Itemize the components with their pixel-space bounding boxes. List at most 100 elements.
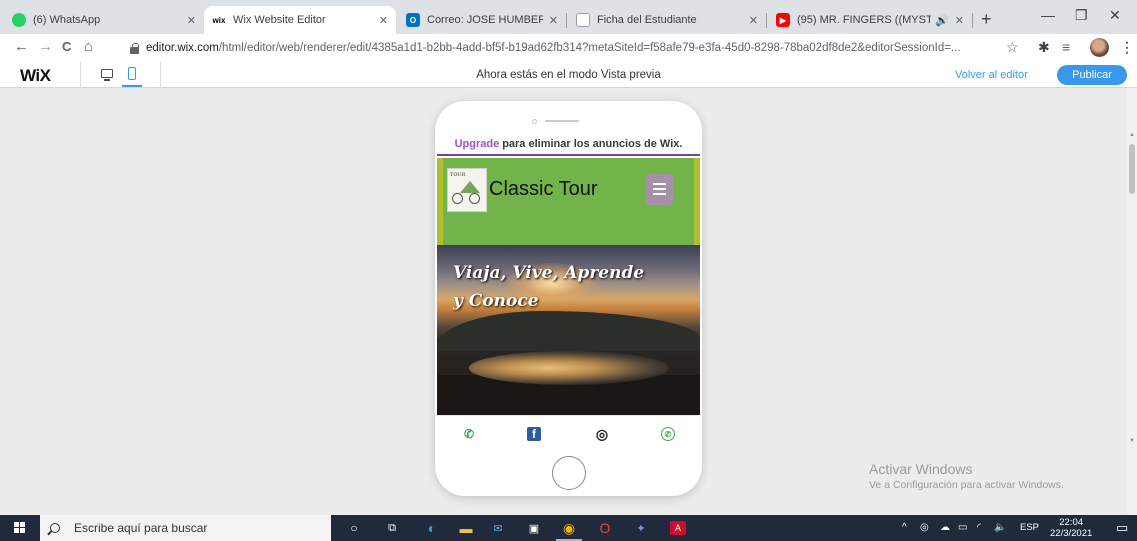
profile-avatar[interactable] [1090,38,1109,57]
hamburger-menu-button[interactable] [646,174,673,205]
url-host: editor.wix.com [146,42,219,54]
youtube-favicon-icon: ▶ [776,13,790,27]
mobile-phone-frame: Upgrade para eliminar los anuncios de Wi… [435,101,702,496]
notification-center-icon[interactable]: ▭ [1116,520,1128,536]
forward-button[interactable]: → [38,39,53,55]
wix-logo[interactable]: WiX [20,66,51,86]
bookmark-star-icon[interactable]: ☆ [1006,39,1019,56]
browser-menu-icon[interactable]: ⋮ [1120,39,1134,56]
upgrade-banner: Upgrade para eliminar los anuncios de Wi… [437,134,700,156]
whatsapp-icon[interactable]: ✆ [661,427,675,441]
onedrive-icon[interactable]: ☁ [940,522,950,533]
close-tab-icon[interactable]: ✕ [549,14,558,27]
activate-windows-title: Activar Windows [869,461,973,477]
site-name: Classic Tour [489,178,598,200]
cortana-icon[interactable]: ○ [346,521,362,535]
lock-icon [130,42,139,54]
tab-youtube[interactable]: ▶ (95) MR. FINGERS ((MYSTE 🔊 ✕ [768,6,973,34]
wix-preview-bar: WiX Ahora estás en el modo Vista previa … [0,62,1137,88]
show-hidden-icons[interactable]: ^ [902,522,907,533]
edge-browser-icon[interactable]: ◐ [424,520,440,536]
url-path: /html/editor/web/renderer/edit/4385a1d1-… [218,42,961,54]
close-tab-icon[interactable]: ✕ [379,14,388,27]
store-icon[interactable]: ▣ [526,521,542,535]
phone-home-button [552,456,586,490]
wifi-icon[interactable]: ◜ [977,522,981,533]
tab-title: (95) MR. FINGERS ((MYSTE [797,14,932,26]
reload-button[interactable]: C [62,39,71,55]
social-bar: ✆ f ◎ ✆ [437,415,700,451]
extensions-puzzle-icon[interactable]: ✱ [1038,39,1050,56]
taskbar-search-box[interactable]: Escribe aquí para buscar [40,515,331,541]
teams-icon[interactable]: ✦ [633,521,649,535]
hero-headline: Viaja, Vive, Aprende y Conoce [453,259,673,315]
language-indicator[interactable]: ESP [1020,522,1039,533]
address-bar[interactable]: editor.wix.com/html/editor/web/renderer/… [130,37,1028,59]
scrollbar-thumb[interactable] [1129,144,1135,194]
site-header: TOUR Classic Tour [437,158,700,245]
windows-start-icon[interactable] [14,522,26,534]
audio-playing-icon[interactable]: 🔊 [935,14,949,27]
search-icon [50,523,60,533]
activate-windows-watermark: Activar Windows Ve a Configuración para … [869,461,1064,491]
new-tab-button[interactable]: + [981,10,992,28]
activate-windows-subtitle: Ve a Configuración para activar Windows. [869,479,1064,491]
mail-icon[interactable]: ✉ [490,521,506,535]
facebook-icon[interactable]: f [527,427,541,441]
whatsapp-favicon-icon [12,13,26,27]
vertical-scrollbar[interactable]: ▲ ▼ [1127,88,1137,515]
battery-icon[interactable]: ▭ [958,522,967,533]
close-window-button[interactable]: ✕ [1109,7,1121,24]
meet-now-icon[interactable]: ◎ [920,522,929,533]
browser-tab-strip: (6) WhatsApp ✕ wix Wix Website Editor ✕ … [0,0,1137,34]
volume-icon[interactable]: 🔈 [994,522,1006,533]
tab-title: Correo: JOSE HUMBERTO CEVA [427,14,543,26]
tab-wix-editor[interactable]: wix Wix Website Editor ✕ [204,6,396,34]
document-favicon-icon [576,13,590,27]
tab-outlook-mail[interactable]: O Correo: JOSE HUMBERTO CEVA ✕ [398,6,567,34]
scroll-down-icon[interactable]: ▼ [1129,438,1135,444]
file-explorer-icon[interactable]: ▬ [458,521,474,536]
clock-date: 22/3/2021 [1050,528,1093,539]
opera-icon[interactable]: O [597,520,613,536]
taskbar-search-placeholder: Escribe aquí para buscar [74,521,208,535]
close-tab-icon[interactable]: ✕ [955,14,964,27]
browser-toolbar: ← → C ⌂ editor.wix.com/html/editor/web/r… [0,34,1137,62]
outlook-favicon-icon: O [406,13,420,27]
hero-image: Viaja, Vive, Aprende y Conoce [437,245,700,415]
close-tab-icon[interactable]: ✕ [187,14,196,27]
back-to-editor-link[interactable]: Volver al editor [955,69,1028,81]
back-button[interactable]: ← [14,39,29,55]
tab-title: (6) WhatsApp [33,14,101,26]
hero-headline-line: Viaja, Vive, Aprende [453,263,645,283]
phone-icon[interactable]: ✆ [462,427,476,441]
scroll-up-icon[interactable]: ▲ [1129,132,1135,138]
acrobat-icon[interactable]: A [670,521,686,535]
site-logo[interactable]: TOUR [447,168,487,212]
close-tab-icon[interactable]: ✕ [749,14,758,27]
clock-time: 22:04 [1059,517,1084,528]
publish-button[interactable]: Publicar [1057,65,1127,85]
hero-headline-line: y Conoce [453,291,539,311]
upgrade-banner-text: para eliminar los anuncios de Wix. [502,138,683,150]
tab-title: Wix Website Editor [233,14,326,26]
phone-camera [532,119,537,124]
instagram-icon[interactable]: ◎ [595,426,609,442]
media-playlist-icon[interactable]: ≡ [1062,39,1070,55]
hamburger-icon [653,183,666,185]
mobile-view-icon[interactable] [128,67,136,80]
tab-whatsapp[interactable]: (6) WhatsApp ✕ [4,6,204,34]
taskbar-clock[interactable]: 22:04 22/3/2021 [1050,517,1092,539]
home-button[interactable]: ⌂ [84,39,93,55]
site-logo-text: TOUR [450,172,466,178]
tab-title: Ficha del Estudiante [597,14,697,26]
restore-window-button[interactable]: ❐ [1075,7,1088,24]
chrome-icon[interactable]: ◉ [561,520,577,536]
desktop-view-icon[interactable] [101,69,113,81]
minimize-window-button[interactable]: — [1041,7,1055,23]
task-view-icon[interactable]: ⧉ [384,521,400,535]
tab-ficha-estudiante[interactable]: Ficha del Estudiante ✕ [568,6,767,34]
wix-favicon-icon: wix [212,15,226,25]
upgrade-link[interactable]: Upgrade [455,138,500,150]
phone-speaker [545,120,579,122]
